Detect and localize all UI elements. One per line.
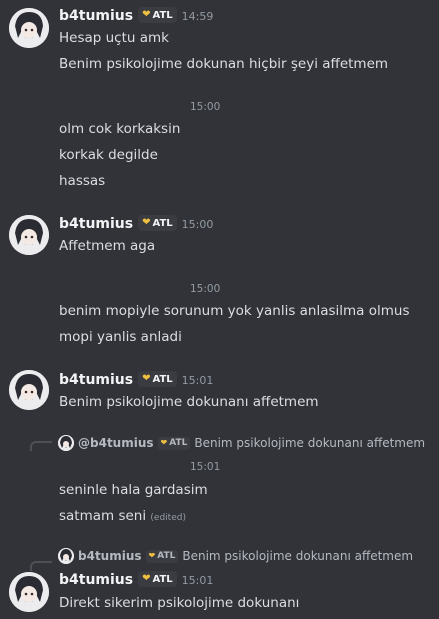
message-text-edited: satmam seni (edited) xyxy=(59,507,186,527)
avatar[interactable] xyxy=(9,370,49,410)
heart-icon: ❤ xyxy=(160,438,168,447)
hover-timestamp[interactable]: 15:00 xyxy=(190,283,220,295)
reply-mention[interactable]: @b4tumius xyxy=(78,436,154,450)
message-text: Affetmem aga xyxy=(59,238,156,254)
reply-avatar xyxy=(58,548,74,564)
reply-avatar xyxy=(58,435,74,451)
username[interactable]: b4tumius xyxy=(59,215,133,233)
guild-tag[interactable]: ❤ ATL xyxy=(138,571,177,587)
heart-icon: ❤ xyxy=(142,573,151,584)
timestamp[interactable]: 15:01 xyxy=(182,574,214,587)
message-text: benim mopiyle sorunum yok yanlis anlasil… xyxy=(59,303,410,319)
reply-guild-tag-label: ATL xyxy=(169,438,188,448)
hover-timestamp[interactable]: 15:00 xyxy=(190,101,220,113)
reply-guild-tag: ❤ ATL xyxy=(157,436,191,450)
heart-icon: ❤ xyxy=(142,373,151,384)
guild-tag-label: ATL xyxy=(152,217,173,229)
message-text: hassas xyxy=(59,173,106,189)
reply-connector xyxy=(30,561,52,571)
reply-text[interactable]: Benim psikolojime dokunanı affetmem xyxy=(182,549,413,563)
timestamp[interactable]: 15:01 xyxy=(182,374,214,387)
message-text: Benim psikolojime dokunan hiçbir şeyi af… xyxy=(59,56,389,72)
message-text: seninle hala gardasim xyxy=(59,482,208,498)
reply-preview[interactable]: b4tumius ❤ ATL Benim psikolojime dokunanı… xyxy=(58,548,413,564)
message-text: korkak degilde xyxy=(59,147,158,163)
heart-icon: ❤ xyxy=(142,217,151,228)
username[interactable]: b4tumius xyxy=(59,7,133,25)
reply-preview[interactable]: @b4tumius ❤ ATL Benim psikolojime dokunan… xyxy=(58,435,425,451)
guild-tag[interactable]: ❤ ATL xyxy=(138,215,177,231)
username[interactable]: b4tumius xyxy=(59,371,133,389)
message-text: mopi yanlis anladi xyxy=(59,329,182,345)
guild-tag[interactable]: ❤ ATL xyxy=(138,371,177,387)
guild-tag[interactable]: ❤ ATL xyxy=(138,7,177,23)
hover-timestamp[interactable]: 15:01 xyxy=(190,461,220,473)
heart-icon: ❤ xyxy=(148,551,156,560)
reply-text[interactable]: Benim psikolojime dokunanı affetmem xyxy=(194,436,425,450)
avatar[interactable] xyxy=(9,215,49,255)
edited-label: (edited) xyxy=(150,513,186,523)
timestamp[interactable]: 14:59 xyxy=(182,10,214,23)
guild-tag-label: ATL xyxy=(152,373,173,385)
message-text: Benim psikolojime dokunanı affetmem xyxy=(59,394,319,410)
heart-icon: ❤ xyxy=(142,9,151,20)
reply-connector xyxy=(30,441,52,451)
guild-tag-label: ATL xyxy=(152,9,173,21)
username[interactable]: b4tumius xyxy=(59,571,133,589)
reply-mention[interactable]: b4tumius xyxy=(78,549,142,563)
reply-guild-tag-label: ATL xyxy=(157,551,176,561)
avatar[interactable] xyxy=(9,572,49,612)
message-text: satmam seni xyxy=(59,508,147,524)
avatar[interactable] xyxy=(9,8,49,48)
guild-tag-label: ATL xyxy=(152,573,173,585)
timestamp[interactable]: 15:00 xyxy=(182,218,214,231)
message-text: Direkt sikerim psikolojime dokunanı xyxy=(59,595,300,611)
message-text: Hesap uçtu amk xyxy=(59,30,169,46)
reply-guild-tag: ❤ ATL xyxy=(145,549,179,563)
message-text: olm cok korkaksin xyxy=(59,121,181,137)
